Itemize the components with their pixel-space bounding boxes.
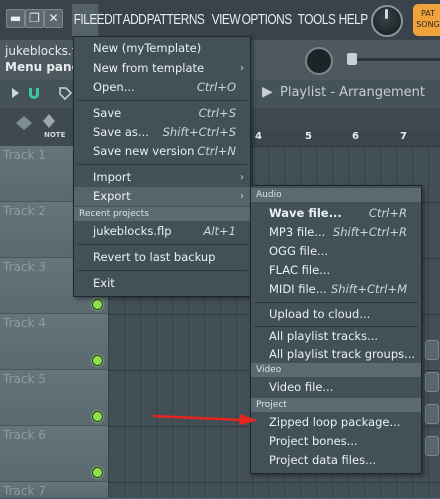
ruler-number: 4 — [255, 131, 262, 142]
annotation-arrow-icon — [152, 414, 258, 425]
hint-text: Menu panel — [5, 60, 84, 74]
track-mute-led[interactable] — [92, 411, 103, 422]
ruler-number: 6 — [352, 131, 359, 142]
audio-section-header: Audio — [251, 188, 421, 202]
menu-exit[interactable]: Exit — [74, 274, 250, 293]
menu-view[interactable]: VIEW — [210, 4, 242, 36]
track-label: Track 3 — [3, 260, 46, 274]
submenu-arrow-icon: › — [240, 191, 244, 202]
menu-add[interactable]: ADD — [121, 4, 148, 36]
menu-save-as[interactable]: Save as... Shift+Ctrl+S — [74, 123, 250, 142]
tag-icon[interactable] — [58, 86, 72, 100]
magnet-icon[interactable] — [26, 85, 42, 101]
export-mp3[interactable]: MP3 file... Shift+Ctrl+R — [251, 223, 421, 242]
menu-revert-backup[interactable]: Revert to last backup — [74, 248, 250, 267]
export-project-data-files[interactable]: Project data files... — [251, 451, 421, 470]
submenu-arrow-icon: › — [240, 63, 244, 74]
note-label: NOTE — [44, 131, 66, 139]
track-row[interactable]: Track 7 — [0, 482, 108, 499]
pat-label: PAT — [420, 9, 436, 18]
track-mute-led[interactable] — [92, 355, 103, 366]
project-section-header: Project — [251, 398, 421, 412]
restore-icon[interactable]: ❐ — [25, 9, 44, 28]
menu-export[interactable]: Export › — [74, 187, 250, 206]
scroll-button[interactable] — [425, 404, 439, 424]
file-menu-dropdown: New (myTemplate) New from template › Ope… — [73, 36, 251, 297]
track-mute-led[interactable] — [92, 467, 103, 478]
ruler-number: 5 — [305, 131, 312, 142]
menu-tools[interactable]: TOOLS — [296, 4, 337, 36]
pitch-knob[interactable] — [305, 47, 333, 75]
scroll-button[interactable] — [425, 372, 439, 392]
scroll-button[interactable] — [425, 436, 439, 456]
export-all-playlist-groups[interactable]: All playlist track groups... — [251, 345, 421, 364]
main-menu: FILE EDIT ADD PATTERNS VIEW OPTIONS TOOL… — [72, 4, 368, 36]
export-upload-cloud[interactable]: Upload to cloud... — [251, 305, 421, 324]
track-row[interactable]: Track 4 — [0, 314, 108, 370]
menu-new-from-template[interactable]: New from template › — [74, 59, 250, 78]
note-tool-icon[interactable] — [40, 112, 58, 130]
menu-patterns[interactable]: PATTERNS — [145, 4, 206, 36]
play-arrow-icon[interactable] — [10, 86, 20, 100]
menu-options[interactable]: OPTIONS — [240, 4, 293, 36]
track-mute-led[interactable] — [92, 299, 103, 310]
export-ogg[interactable]: OGG file... — [251, 242, 421, 261]
menu-new-template[interactable]: New (myTemplate) — [74, 39, 250, 58]
menu-import[interactable]: Import › — [74, 168, 250, 187]
export-midi[interactable]: MIDI file... Shift+Ctrl+M — [251, 280, 421, 299]
track-label: Track 4 — [3, 316, 46, 330]
recent-projects-header: Recent projects — [74, 207, 250, 221]
menu-open[interactable]: Open... Ctrl+O — [74, 78, 250, 97]
master-volume-knob[interactable] — [371, 5, 403, 37]
menu-separator — [77, 100, 247, 101]
slider-handle[interactable] — [347, 53, 357, 65]
menu-separator — [77, 270, 247, 271]
export-project-bones[interactable]: Project bones... — [251, 432, 421, 451]
top-menu-bar: ▬ ❐ ✕ FILE EDIT ADD PATTERNS VIEW OPTION… — [0, 0, 440, 40]
export-video[interactable]: Video file... — [251, 378, 421, 397]
master-pitch-slider[interactable] — [352, 58, 440, 61]
export-wave[interactable]: Wave file... Ctrl+R — [251, 204, 421, 223]
track-label: Track 6 — [3, 428, 46, 442]
track-label: Track 2 — [3, 204, 46, 218]
scroll-button[interactable] — [425, 340, 439, 360]
menu-help[interactable]: HELP — [337, 4, 369, 36]
close-icon[interactable]: ✕ — [44, 9, 63, 28]
menu-edit[interactable]: EDIT — [95, 4, 123, 36]
submenu-arrow-icon: › — [240, 172, 244, 183]
minimize-icon[interactable]: ▬ — [6, 9, 25, 28]
menu-separator — [77, 164, 247, 165]
menu-save-new-version[interactable]: Save new version Ctrl+N — [74, 142, 250, 161]
export-zipped-loop-package[interactable]: Zipped loop package... — [251, 413, 421, 432]
ruler-number: 7 — [400, 131, 407, 142]
video-section-header: Video — [251, 363, 421, 377]
pat-song-toggle[interactable]: PAT SONG — [413, 4, 440, 36]
playlist-title: Playlist - Arrangement — [280, 85, 425, 100]
track-label: Track 7 — [3, 484, 46, 498]
track-label: Track 1 — [3, 148, 46, 162]
export-submenu: Audio Wave file... Ctrl+R MP3 file... Sh… — [250, 185, 422, 474]
track-row[interactable]: Track 6 — [0, 426, 108, 482]
menu-separator — [254, 302, 418, 303]
menu-separator — [77, 244, 247, 245]
diamond-icon[interactable] — [12, 114, 36, 132]
menu-save[interactable]: Save Ctrl+S — [74, 104, 250, 123]
playlist-arrow-icon: ▶ — [262, 84, 273, 100]
song-label: SONG — [416, 20, 440, 29]
menu-recent-file[interactable]: jukeblocks.flp Alt+1 — [74, 222, 250, 241]
track-label: Track 5 — [3, 372, 46, 386]
export-flac[interactable]: FLAC file... — [251, 261, 421, 280]
track-row[interactable]: Track 5 — [0, 370, 108, 426]
export-all-playlist-tracks[interactable]: All playlist tracks... — [251, 327, 421, 346]
